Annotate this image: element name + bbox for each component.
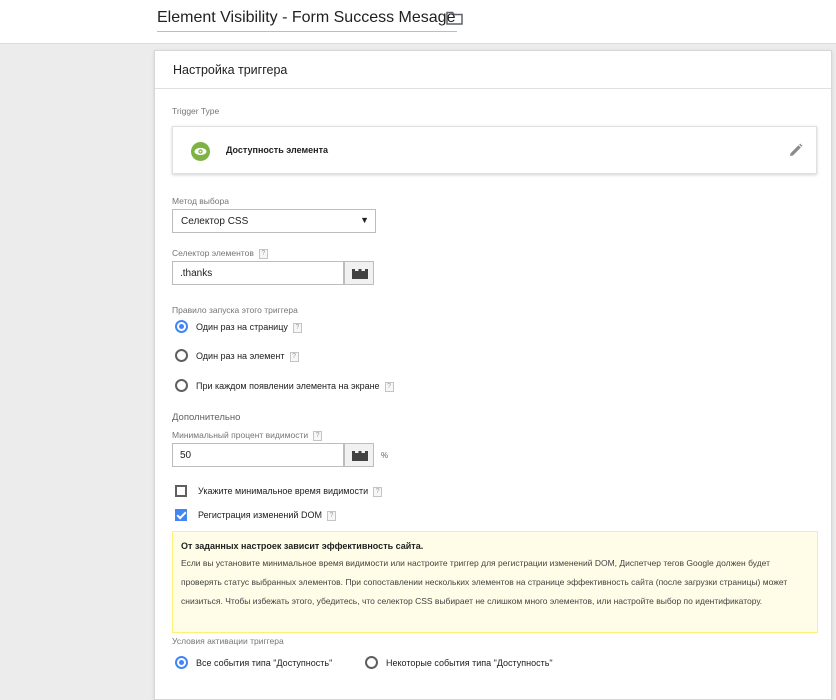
selection-method-label: Метод выбора (172, 196, 229, 206)
trigger-type-label: Trigger Type (172, 106, 220, 116)
element-selector-input[interactable]: .thanks (172, 261, 344, 285)
top-bar: Element Visibility - Form Success Mesage (0, 0, 836, 44)
fire-option-label: Один раз на страницу? (196, 322, 302, 333)
fire-rule-label: Правило запуска этого триггера (172, 305, 298, 315)
trigger-type-name: Доступность элемента (226, 145, 328, 155)
panel-heading: Настройка триггера (155, 51, 831, 89)
min-percent-input[interactable]: 50 (172, 443, 344, 467)
warning-title: От заданных настроек зависит эффективнос… (181, 541, 424, 551)
all-visibility-events-radio[interactable] (175, 656, 188, 669)
variable-picker-button[interactable] (344, 443, 374, 467)
activation-conditions-label: Условия активации триггера (172, 636, 284, 646)
help-icon[interactable]: ? (292, 322, 302, 333)
trigger-name-field[interactable]: Element Visibility - Form Success Mesage (157, 8, 458, 32)
dropdown-arrow-icon: ▼ (360, 215, 369, 225)
fire-option-label: При каждом появлении элемента на экране? (196, 381, 394, 392)
eye-icon (191, 142, 210, 161)
help-icon[interactable]: ? (384, 381, 394, 392)
fire-once-per-page-radio[interactable] (175, 320, 188, 333)
fire-option-label: Один раз на элемент? (196, 351, 299, 362)
pencil-icon[interactable] (788, 143, 803, 158)
activation-option-label: Все события типа "Доступность" (196, 658, 333, 668)
checkbox-label: Регистрация изменений DOM? (198, 510, 336, 521)
variable-picker-button[interactable] (344, 261, 374, 285)
folder-icon[interactable] (446, 11, 463, 25)
help-icon[interactable]: ? (313, 430, 323, 441)
fire-once-per-element-radio[interactable] (175, 349, 188, 362)
help-icon[interactable]: ? (373, 486, 383, 497)
fire-every-appearance-radio[interactable] (175, 379, 188, 392)
min-time-checkbox[interactable] (175, 485, 187, 497)
element-selector-label: Селектор элементов? (172, 248, 268, 259)
help-icon[interactable]: ? (326, 510, 336, 521)
dom-changes-checkbox[interactable] (175, 509, 187, 521)
trigger-config-panel: Настройка триггера Trigger Type Доступно… (154, 50, 832, 700)
performance-warning: От заданных настроек зависит эффективнос… (172, 531, 818, 633)
selection-method-value: Селектор CSS (181, 216, 249, 227)
activation-option-label: Некоторые события типа "Доступность" (386, 658, 553, 668)
advanced-section-label: Дополнительно (172, 412, 241, 423)
help-icon[interactable]: ? (258, 248, 268, 259)
warning-body: Если вы установите минимальное время вид… (181, 558, 788, 606)
variable-block-icon (352, 451, 368, 461)
trigger-type-card[interactable]: Доступность элемента (172, 126, 817, 174)
selection-method-select[interactable]: Селектор CSS ▼ (172, 209, 376, 233)
percent-unit: % (381, 451, 389, 460)
some-visibility-events-radio[interactable] (365, 656, 378, 669)
variable-block-icon (352, 269, 368, 279)
checkbox-label: Укажите минимальное время видимости? (198, 486, 383, 497)
min-percent-label: Минимальный процент видимости? (172, 430, 323, 441)
help-icon[interactable]: ? (289, 351, 299, 362)
trigger-title[interactable]: Element Visibility - Form Success Mesage (157, 8, 455, 28)
